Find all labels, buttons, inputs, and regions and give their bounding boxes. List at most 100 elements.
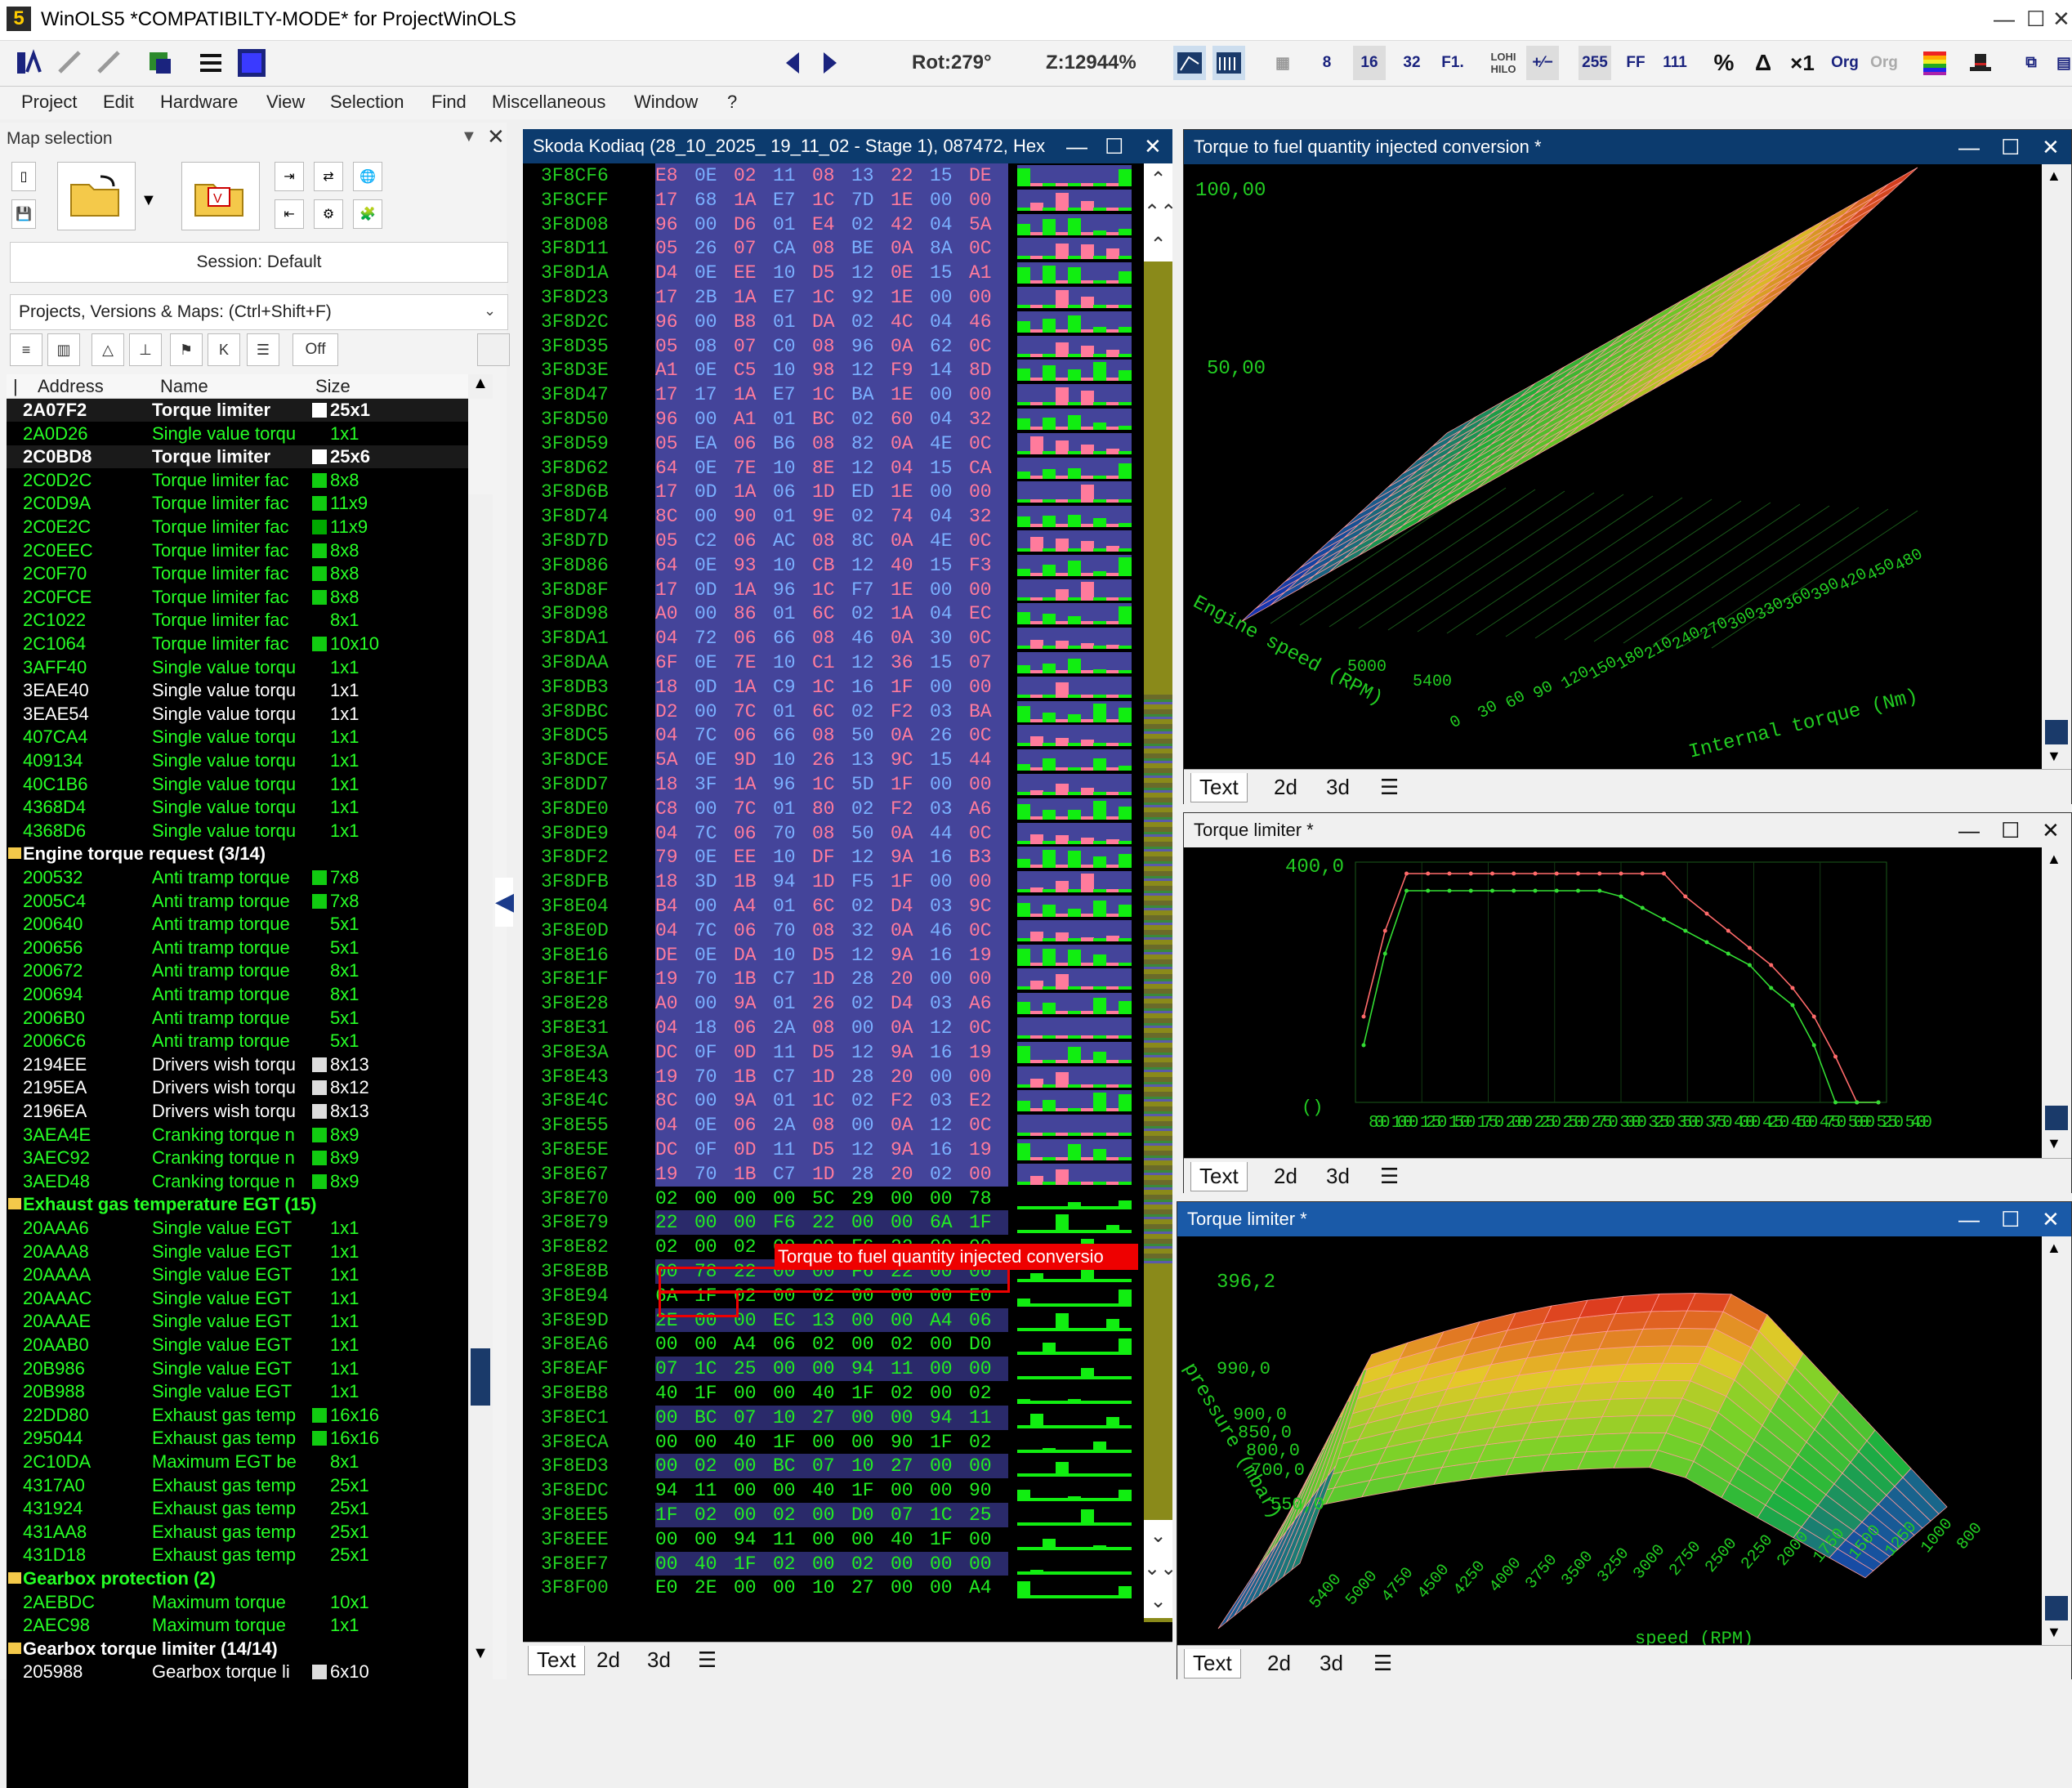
- hex-byte[interactable]: 11: [773, 1042, 796, 1063]
- hex-byte[interactable]: A6: [969, 798, 992, 820]
- hex-byte[interactable]: 9C: [891, 749, 913, 771]
- map-row[interactable]: 20AAAC Single value EGT 1x1: [7, 1287, 468, 1310]
- hex-byte[interactable]: 06: [773, 1334, 796, 1355]
- scroll-up-icon[interactable]: ▲: [2047, 851, 2061, 868]
- hex-byte[interactable]: 00: [851, 1310, 874, 1331]
- map-group-row[interactable]: Engine torque request (3/14): [7, 843, 468, 865]
- menu-selection[interactable]: Selection: [330, 92, 404, 113]
- hex-byte[interactable]: A0: [655, 993, 678, 1014]
- hex-byte[interactable]: 12: [851, 555, 874, 576]
- hex-byte[interactable]: C7: [773, 1164, 796, 1185]
- hex-byte[interactable]: 00: [891, 1212, 913, 1233]
- width-8-button[interactable]: 8: [1311, 46, 1343, 80]
- hex-byte[interactable]: 04: [930, 409, 953, 430]
- hex-byte[interactable]: 5A: [969, 214, 992, 235]
- map-row[interactable]: 2C10DA Maximum EGT be 8x1: [7, 1451, 468, 1473]
- hex-byte[interactable]: 12: [930, 1017, 953, 1039]
- map-row[interactable]: 22DD80 Exhaust gas temp 16x16: [7, 1404, 468, 1427]
- hex-byte[interactable]: 94: [655, 1480, 678, 1501]
- hex-byte[interactable]: 1D: [812, 871, 835, 892]
- hex-byte[interactable]: 02: [851, 1553, 874, 1575]
- hex-byte[interactable]: 0D: [694, 677, 717, 698]
- project-icon[interactable]: [13, 46, 46, 80]
- hex-byte[interactable]: F6: [773, 1212, 796, 1233]
- compare-icon[interactable]: ⇄: [314, 162, 343, 191]
- hex-byte[interactable]: 06: [734, 433, 757, 454]
- hex-byte[interactable]: 46: [851, 628, 874, 649]
- hex-byte[interactable]: 3D: [694, 871, 717, 892]
- hex-byte[interactable]: 00: [734, 1188, 757, 1209]
- scrollbar-thumb[interactable]: [471, 1348, 490, 1406]
- hex-byte[interactable]: 00: [969, 579, 992, 601]
- hex-row[interactable]: 3F8E67 19 70 1B C7 1D 28 20 02 00: [523, 1161, 1144, 1187]
- hex-byte[interactable]: 15: [930, 749, 953, 771]
- map-group-row[interactable]: Gearbox protection (2): [7, 1567, 468, 1590]
- hex-row[interactable]: 3F8EE5 1F 02 00 02 00 D0 07 1C 25: [523, 1503, 1144, 1527]
- hex-byte[interactable]: 06: [734, 628, 757, 649]
- scroll-up-icon[interactable]: ▲: [468, 374, 493, 399]
- hex-byte[interactable]: 08: [812, 1115, 835, 1136]
- hex-byte[interactable]: D2: [655, 701, 678, 722]
- hex-byte[interactable]: D4: [655, 262, 678, 284]
- menu-lines-icon[interactable]: ☰: [690, 1646, 725, 1674]
- hex-byte[interactable]: F2: [891, 701, 913, 722]
- hex-byte[interactable]: 1A: [734, 579, 757, 601]
- hex-byte[interactable]: 1E: [891, 384, 913, 405]
- hex-byte[interactable]: 0D: [734, 1139, 757, 1160]
- hex-byte[interactable]: 86: [734, 603, 757, 624]
- hex-byte[interactable]: 00: [773, 1383, 796, 1404]
- hex-byte[interactable]: 00: [969, 774, 992, 795]
- hex-byte[interactable]: 00: [694, 1090, 717, 1111]
- hex-byte[interactable]: 00: [969, 677, 992, 698]
- hex-byte[interactable]: 00: [694, 798, 717, 820]
- hex-byte[interactable]: 18: [655, 774, 678, 795]
- hex-byte[interactable]: 32: [851, 920, 874, 941]
- maximize-icon[interactable]: ☐: [2001, 1202, 2020, 1236]
- hex-byte[interactable]: A0: [655, 603, 678, 624]
- hex-byte[interactable]: 00: [930, 481, 953, 503]
- hex-row[interactable]: 3F8E31 04 18 06 2A 08 00 0A 12 0C: [523, 1016, 1144, 1040]
- hex-row[interactable]: 3F8EEE 00 00 94 11 00 00 40 1F 00: [523, 1527, 1144, 1552]
- hex-byte[interactable]: 00: [969, 190, 992, 211]
- hex-row[interactable]: 3F8F00 E0 2E 00 00 10 27 00 00 A4: [523, 1576, 1144, 1601]
- col-address[interactable]: Address: [38, 376, 104, 397]
- hex-byte[interactable]: 90: [734, 506, 757, 527]
- hex-byte[interactable]: C7: [773, 968, 796, 990]
- hex-byte[interactable]: C7: [773, 1066, 796, 1088]
- hex-byte[interactable]: 0A: [891, 238, 913, 259]
- hex-byte[interactable]: 7C: [694, 823, 717, 844]
- hex-byte[interactable]: 14: [930, 360, 953, 381]
- hex-byte[interactable]: 04: [930, 506, 953, 527]
- hex-byte[interactable]: 07: [891, 1504, 913, 1526]
- tab-3d[interactable]: 3d: [639, 1646, 679, 1674]
- hex-byte[interactable]: BE: [851, 238, 874, 259]
- hex-byte[interactable]: 10: [773, 847, 796, 868]
- hex-byte[interactable]: 8C: [655, 1090, 678, 1111]
- hex-byte[interactable]: 18: [655, 677, 678, 698]
- hex-byte[interactable]: 18: [655, 871, 678, 892]
- hex-byte[interactable]: 04: [930, 311, 953, 333]
- hex-row[interactable]: 3F8D11 05 26 07 CA 08 BE 0A 8A 0C: [523, 236, 1144, 261]
- window-icon[interactable]: [235, 46, 268, 80]
- hex-byte[interactable]: 40: [891, 555, 913, 576]
- map-row[interactable]: 200694 Anti tramp torque 8x1: [7, 983, 468, 1006]
- chevron-down-icon[interactable]: ⌄: [484, 302, 496, 320]
- hex-byte[interactable]: 00: [851, 1017, 874, 1039]
- hex-byte[interactable]: 26: [930, 725, 953, 746]
- hex-byte[interactable]: 1A: [734, 287, 757, 308]
- hex-byte[interactable]: 08: [812, 823, 835, 844]
- hex-byte[interactable]: 78: [969, 1188, 992, 1209]
- hex-byte[interactable]: 02: [773, 1504, 796, 1526]
- scrollbar-thumb[interactable]: [2045, 720, 2068, 744]
- map-row[interactable]: 2C0D9A Torque limiter fac 11x9: [7, 492, 468, 515]
- chart3-scrollbar[interactable]: ▲ ▼: [2042, 1236, 2071, 1645]
- hex-byte[interactable]: 16: [930, 1139, 953, 1160]
- hex-byte[interactable]: DC: [655, 1139, 678, 1160]
- hex-byte[interactable]: 0A: [891, 336, 913, 357]
- hex-byte[interactable]: 18: [694, 1017, 717, 1039]
- hex-byte[interactable]: 02: [655, 1188, 678, 1209]
- hex-byte[interactable]: 26: [694, 238, 717, 259]
- hex-byte[interactable]: 10: [773, 555, 796, 576]
- hex-byte[interactable]: C1: [812, 652, 835, 673]
- delta-button[interactable]: Δ: [1747, 46, 1780, 80]
